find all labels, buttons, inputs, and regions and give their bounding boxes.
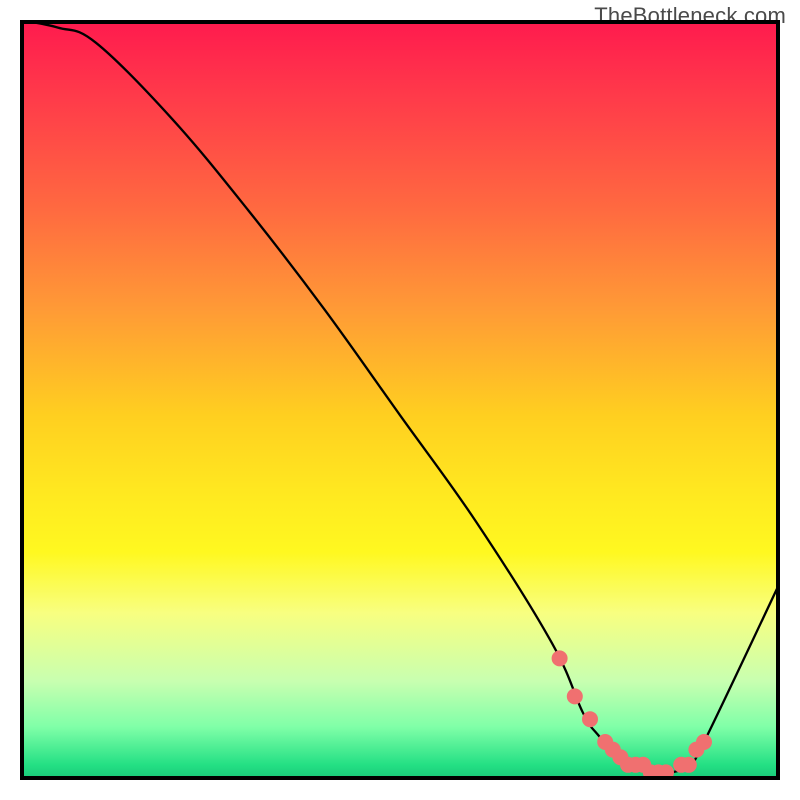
plot-area [20, 20, 780, 780]
gradient-background [20, 20, 780, 780]
chart-container: TheBottleneck.com [0, 0, 800, 800]
